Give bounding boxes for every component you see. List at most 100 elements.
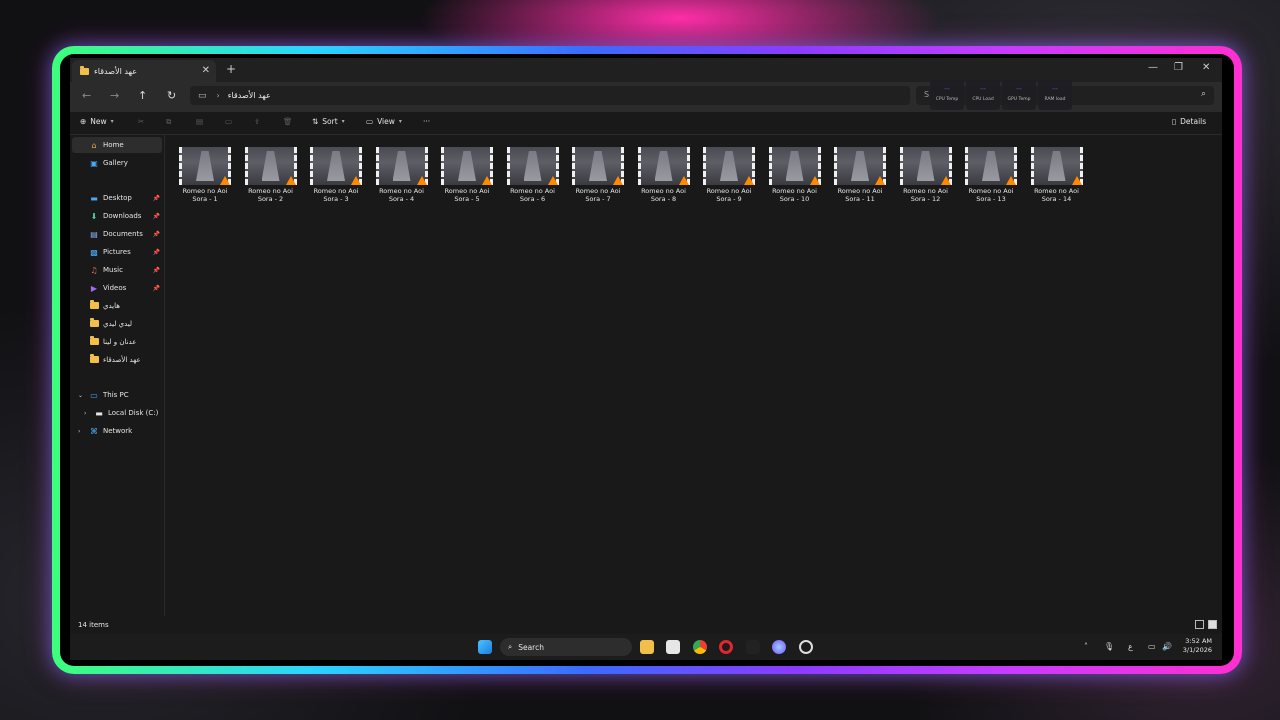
download-icon: ⬇ <box>90 211 98 221</box>
file-item[interactable]: Romeo no Aoi Sora - 4 <box>371 147 433 203</box>
address-bar[interactable]: ▭ › عهد الأصدقاء <box>190 86 910 105</box>
home-icon: ⌂ <box>91 140 97 150</box>
cut-icon[interactable]: ✂ <box>138 117 144 126</box>
vlc-icon <box>1006 176 1016 185</box>
video-thumbnail <box>310 147 362 185</box>
sidebar-item-pictures[interactable]: ▩ Pictures 📌 <box>72 244 162 260</box>
sidebar-item-music[interactable]: ♫ Music 📌 <box>72 262 162 278</box>
videos-icon: ▶ <box>90 283 98 293</box>
volume-icon[interactable]: 🔊 <box>1162 642 1172 651</box>
vlc-icon <box>416 176 427 185</box>
microphone-icon[interactable]: 🎙 <box>1104 642 1114 651</box>
chevron-right-icon[interactable]: › <box>78 428 80 435</box>
file-name-line2: Sora - 6 <box>519 195 546 203</box>
breadcrumb-current[interactable]: عهد الأصدقاء <box>228 91 271 100</box>
file-name-line2: Sora - 3 <box>323 195 349 203</box>
back-icon[interactable]: ← <box>82 89 91 102</box>
store-icon[interactable] <box>666 640 680 654</box>
new-tab-button[interactable]: + <box>226 62 236 76</box>
file-explorer-icon[interactable] <box>640 640 654 654</box>
sidebar-item-local-disk[interactable]: › ▬ Local Disk (C:) <box>72 405 162 421</box>
sort-icon: ⇅ <box>312 117 319 126</box>
language-indicator[interactable]: ع <box>1128 642 1133 651</box>
video-thumbnail <box>179 147 231 185</box>
vlc-icon <box>613 176 623 185</box>
sidebar-item-desktop[interactable]: ▬ Desktop 📌 <box>72 190 162 206</box>
chevron-right-icon[interactable]: › <box>84 410 86 417</box>
search-icon[interactable]: ⌕ <box>1201 89 1206 99</box>
maximize-button[interactable]: ❐ <box>1174 62 1183 73</box>
file-item[interactable]: Romeo no Aoi Sora - 14 <box>1026 147 1088 203</box>
paste-icon[interactable]: ▤ <box>196 117 203 126</box>
chevron-down-icon[interactable]: ⌄ <box>78 392 83 399</box>
video-thumbnail <box>506 147 559 185</box>
start-icon[interactable] <box>478 640 492 654</box>
sidebar-item-folder-2[interactable]: ليدي ليدي <box>72 316 162 332</box>
view-button[interactable]: ▭ View ▾ <box>366 117 402 126</box>
copy-icon[interactable]: ⧉ <box>166 117 171 127</box>
file-name-line2: Sora - 8 <box>650 195 677 203</box>
video-thumbnail <box>637 147 690 185</box>
details-view-icon[interactable] <box>1195 620 1204 629</box>
cpu-load-widget: -- CPU Load <box>966 80 1000 110</box>
file-name-line1: Romeo no Aoi <box>313 187 359 195</box>
chrome-alt-icon[interactable] <box>799 640 813 654</box>
share-icon[interactable]: ⇪ <box>254 117 260 126</box>
chrome-icon[interactable] <box>693 640 707 654</box>
refresh-icon[interactable]: ↻ <box>167 89 176 102</box>
vlc-icon <box>351 176 361 185</box>
file-item[interactable]: Romeo no Aoi Sora - 7 <box>567 147 629 203</box>
file-item[interactable]: Romeo no Aoi Sora - 10 <box>764 147 826 203</box>
vlc-icon <box>875 176 885 185</box>
folder-icon <box>89 299 99 309</box>
sidebar-item-downloads[interactable]: ⬇ Downloads 📌 <box>72 208 162 224</box>
file-item[interactable]: Romeo no Aoi Sora - 12 <box>895 147 957 203</box>
chevron-up-icon[interactable]: ˄ <box>1084 642 1088 651</box>
rename-icon[interactable]: ▭ <box>225 117 232 126</box>
sidebar-item-folder-1[interactable]: هايدي <box>72 298 162 314</box>
taskbar: ⌕ Search ˄ 🎙 ع ▭ 🔊 3:52 AM 3/1/2026 <box>70 634 1222 660</box>
delete-icon[interactable]: 🗑 <box>283 117 293 126</box>
sidebar-item-folder-4[interactable]: عهد الأصدقاء <box>72 352 162 368</box>
file-item[interactable]: Romeo no Aoi Sora - 6 <box>502 147 564 203</box>
sidebar-item-videos[interactable]: ▶ Videos 📌 <box>72 280 162 296</box>
file-list: Romeo no Aoi Sora - 1 Romeo no Aoi Sora - 2… <box>166 135 1222 616</box>
new-button[interactable]: ⊕ New ▾ <box>80 117 114 126</box>
sort-button[interactable]: ⇅ Sort ▾ <box>312 117 345 126</box>
cpu-temp-widget: -- CPU Temp <box>930 80 964 110</box>
file-item[interactable]: Romeo no Aoi Sora - 13 <box>960 147 1022 203</box>
details-button[interactable]: ▯ Details <box>1172 117 1206 126</box>
taskbar-search[interactable]: ⌕ Search <box>500 638 632 656</box>
file-name-line2: Sora - 13 <box>976 195 1006 203</box>
tab-close-icon[interactable]: ✕ <box>202 65 210 76</box>
close-window-button[interactable]: ✕ <box>1202 62 1210 73</box>
pin-icon: 📌 <box>152 266 160 274</box>
clock[interactable]: 3:52 AM 3/1/2026 <box>1183 637 1212 655</box>
sidebar-item-gallery[interactable]: ▣ Gallery <box>72 155 162 171</box>
video-thumbnail <box>768 147 821 185</box>
file-item[interactable]: Romeo no Aoi Sora - 8 <box>633 147 695 203</box>
app-icon[interactable] <box>746 640 760 654</box>
tab-current-folder[interactable]: عهد الأصدقاء ✕ <box>72 60 216 82</box>
file-item[interactable]: Romeo no Aoi Sora - 5 <box>436 147 498 203</box>
browser-icon[interactable] <box>772 640 786 654</box>
sidebar-item-this-pc[interactable]: ⌄ ▭ This PC <box>72 387 162 403</box>
opera-icon[interactable] <box>719 640 733 654</box>
sidebar-item-folder-3[interactable]: عدنان و لينا <box>72 334 162 350</box>
file-item[interactable]: Romeo no Aoi Sora - 11 <box>829 147 891 203</box>
file-name-line2: Sora - 12 <box>910 195 941 203</box>
sidebar-item-documents[interactable]: ▤ Documents 📌 <box>72 226 162 242</box>
file-item[interactable]: Romeo no Aoi Sora - 1 <box>174 147 236 203</box>
sidebar-item-home[interactable]: ⌂ Home <box>72 137 162 153</box>
more-options-button[interactable]: ··· <box>423 117 430 126</box>
tiles-view-icon[interactable] <box>1208 620 1217 629</box>
sidebar-item-network[interactable]: › ⌘ Network <box>72 423 162 439</box>
minimize-button[interactable]: — <box>1148 62 1158 73</box>
network-icon[interactable]: ▭ <box>1148 642 1156 651</box>
file-item[interactable]: Romeo no Aoi Sora - 9 <box>698 147 760 203</box>
file-item[interactable]: Romeo no Aoi Sora - 2 <box>240 147 302 203</box>
up-icon[interactable]: ↑ <box>138 89 147 102</box>
navigation-pane: ⌂ Home ▣ Gallery ▬ Desktop 📌 ⬇ Downloads… <box>70 135 165 616</box>
file-item[interactable]: Romeo no Aoi Sora - 3 <box>305 147 367 203</box>
forward-icon[interactable]: → <box>110 89 119 102</box>
